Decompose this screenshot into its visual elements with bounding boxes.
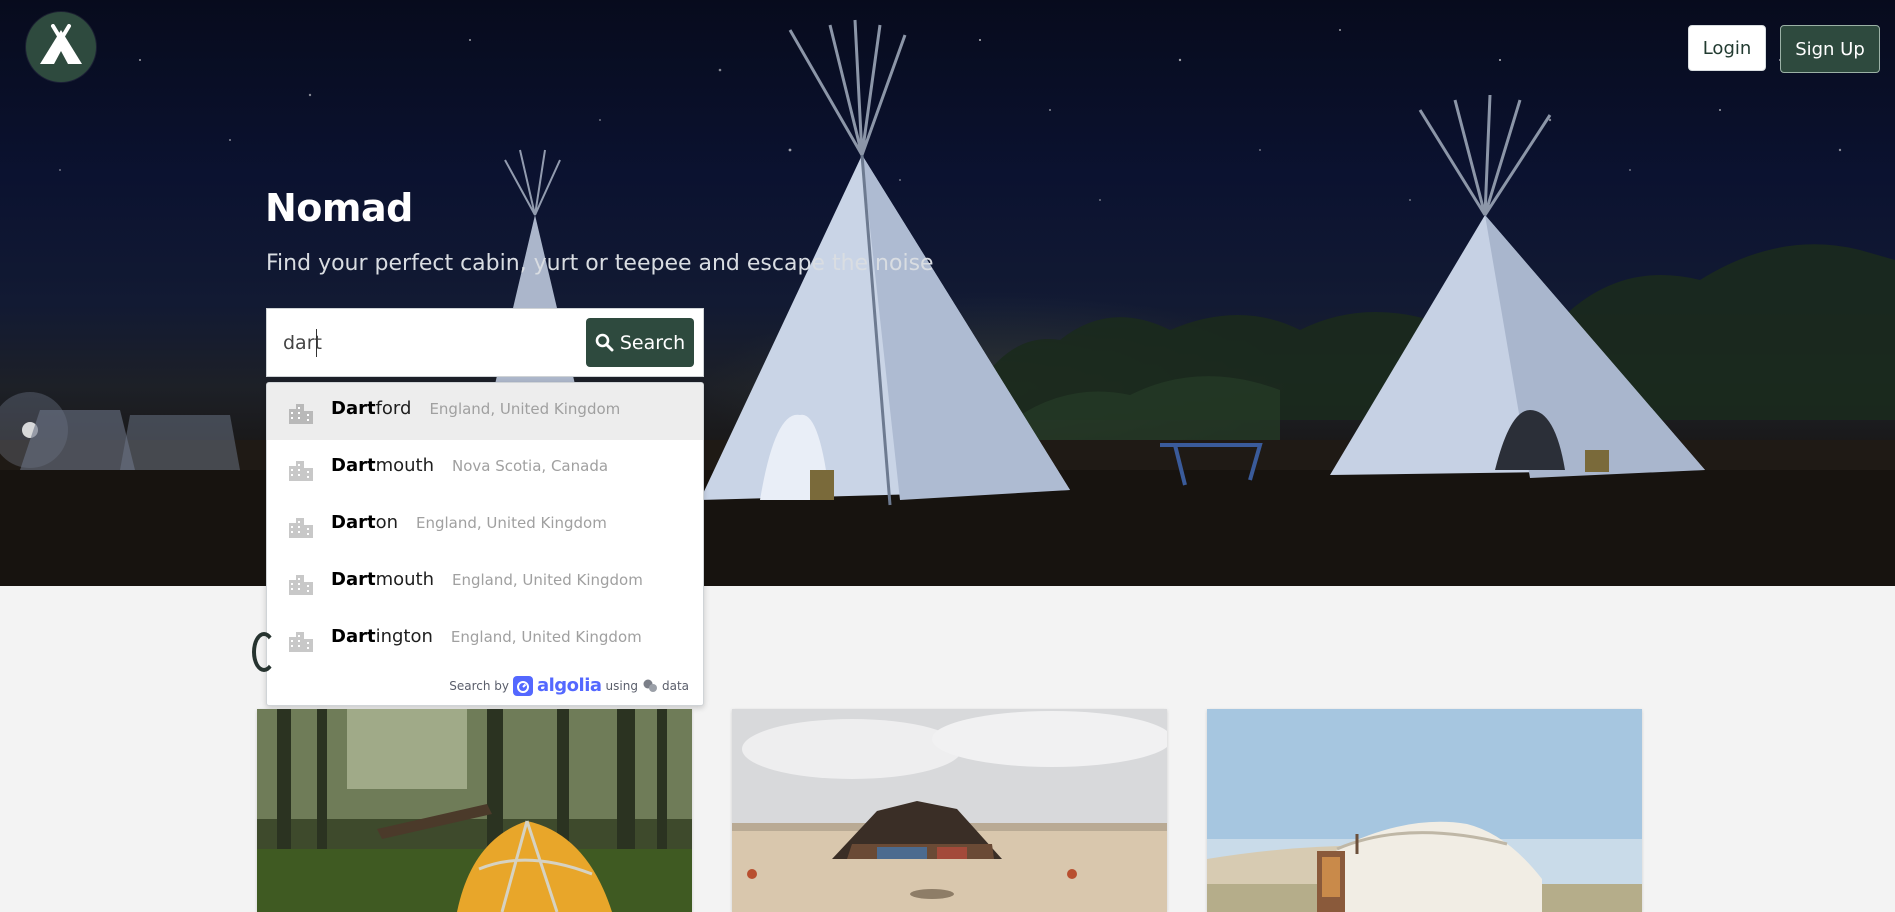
suggestion-region: England, United Kingdom [429, 400, 621, 418]
using-label: using [605, 678, 638, 693]
suggestion-label: Dartmouth England, United Kingdom [331, 569, 643, 590]
suggestion-item[interactable]: Dartford England, United Kingdom [267, 383, 703, 440]
camping-tent-icon [40, 24, 82, 64]
city-icon [289, 632, 313, 652]
listing-card-desert[interactable] [732, 709, 1167, 912]
text-caret [316, 329, 317, 357]
algolia-wordmark: algolia [536, 675, 602, 696]
data-label: data [661, 678, 689, 693]
hero-title: Nomad [265, 186, 413, 230]
algolia-icon [512, 675, 533, 696]
yurt-photo [1207, 709, 1642, 912]
section-heading-partial [252, 632, 276, 672]
search-button[interactable]: Search [586, 318, 694, 367]
suggestion-item[interactable]: Dartmouth Nova Scotia, Canada [267, 440, 703, 497]
search-icon [595, 333, 614, 352]
listing-card-forest[interactable] [257, 709, 692, 912]
suggestion-item[interactable]: Dartington England, United Kingdom [267, 611, 703, 668]
suggestion-item[interactable]: Dartmouth England, United Kingdom [267, 554, 703, 611]
signup-button[interactable]: Sign Up [1780, 25, 1880, 73]
algolia-attribution[interactable]: Search by algolia using data [449, 675, 689, 696]
hero-subtitle: Find your perfect cabin, yurt or teepee … [266, 251, 934, 276]
suggestion-label: Dartmouth Nova Scotia, Canada [331, 455, 609, 476]
suggestion-label: Darton England, United Kingdom [331, 512, 607, 533]
city-icon [289, 518, 313, 538]
suggestion-region: England, United Kingdom [452, 571, 643, 589]
search-form: Search [266, 308, 704, 377]
suggestion-region: England, United Kingdom [416, 514, 607, 532]
city-icon [289, 461, 313, 481]
teleport-icon [643, 679, 657, 692]
listing-card-yurt[interactable] [1207, 709, 1642, 912]
login-button[interactable]: Login [1688, 25, 1766, 71]
suggestion-region: Nova Scotia, Canada [452, 457, 609, 475]
search-button-label: Search [619, 331, 686, 354]
search-by-label: Search by [449, 678, 509, 693]
nomad-logo[interactable] [26, 12, 96, 82]
suggestion-region: England, United Kingdom [450, 628, 642, 646]
city-icon [289, 404, 313, 424]
city-icon [289, 575, 313, 595]
autocomplete-dropdown: Dartford England, United Kingdom Dartmout… [266, 382, 704, 706]
desert-tent-photo [732, 709, 1167, 912]
suggestion-label: Dartington England, United Kingdom [331, 626, 642, 647]
suggestion-label: Dartford England, United Kingdom [331, 398, 621, 419]
suggestion-item[interactable]: Darton England, United Kingdom [267, 497, 703, 554]
forest-tent-photo [257, 709, 692, 912]
